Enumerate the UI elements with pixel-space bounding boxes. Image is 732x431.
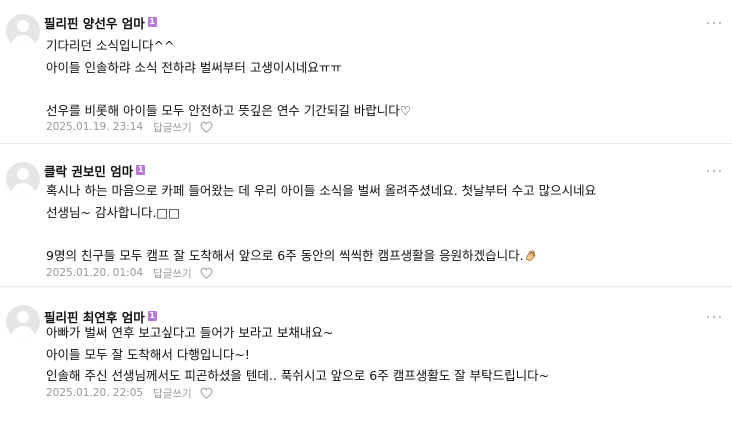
author-row: 클락 권보민 엄마 1 bbox=[44, 161, 146, 180]
comment-line: 아빠가 벌써 연후 보고싶다고 들어가 보라고 보채내요~ bbox=[46, 325, 334, 340]
reply-button[interactable]: 답글쓰기 bbox=[153, 120, 192, 135]
author-name[interactable]: 클락 권보민 엄마 bbox=[44, 161, 133, 180]
avatar[interactable] bbox=[6, 162, 40, 196]
comment-line: 기다리던 소식입니다^^ bbox=[46, 38, 175, 53]
comment-item: 필리핀 최연후 엄마 1 아빠가 벌써 연후 보고싶다고 들어가 보라고 보채내… bbox=[0, 286, 732, 429]
member-level-badge: 1 bbox=[147, 311, 157, 321]
timestamp: 2025.01.19. 23:14 bbox=[46, 121, 144, 133]
heart-outline-icon[interactable] bbox=[200, 121, 213, 133]
comment-line bbox=[46, 78, 411, 100]
member-level-badge: 1 bbox=[136, 165, 146, 175]
avatar[interactable] bbox=[6, 305, 40, 339]
comment-body: 아빠가 벌써 연후 보고싶다고 들어가 보라고 보채내요~ 아이들 모두 잘 도착… bbox=[46, 322, 549, 387]
comment-meta: 2025.01.20. 01:04 답글쓰기 bbox=[46, 266, 213, 280]
more-options-icon[interactable] bbox=[707, 314, 721, 320]
avatar[interactable] bbox=[6, 14, 40, 48]
author-name[interactable]: 필리핀 양선우 엄마 bbox=[44, 13, 145, 32]
comment-item: 필리핀 양선우 엄마 1 기다리던 소식입니다^^ 아이들 인솔하랴 소식 전하랴… bbox=[0, 0, 732, 143]
comment-line: 아이들 모두 잘 도착해서 다행입니다~! bbox=[46, 346, 250, 362]
comment-line: 아이들 인솔하랴 소식 전하랴 벌써부터 고생이시네요ㅠㅠ bbox=[46, 59, 342, 75]
reply-button[interactable]: 답글쓰기 bbox=[153, 266, 192, 281]
reply-button[interactable]: 답글쓰기 bbox=[153, 386, 192, 401]
comment-body: 혹시나 하는 마음으로 카페 들어왔는 데 우리 아이들 소식을 벌써 올려주셨… bbox=[46, 180, 596, 266]
timestamp: 2025.01.20. 01:04 bbox=[46, 267, 144, 279]
heart-outline-icon[interactable] bbox=[200, 387, 213, 399]
comment-meta: 2025.01.20. 22:05 답글쓰기 bbox=[46, 386, 213, 400]
comment-line-text: 9명의 친구들 모두 캠프 잘 도착해서 앞으로 6주 동안의 씩씩한 캠프생활… bbox=[46, 247, 524, 263]
comment-line: 선우를 비롯해 아이들 모두 안전하고 뜻깊은 연수 기간되길 바랍니다♡ bbox=[46, 102, 411, 118]
member-level-badge: 1 bbox=[147, 17, 157, 27]
timestamp: 2025.01.20. 22:05 bbox=[46, 387, 144, 399]
more-options-icon[interactable] bbox=[707, 168, 721, 174]
comment-meta: 2025.01.19. 23:14 답글쓰기 bbox=[46, 120, 213, 134]
comment-line: 혹시나 하는 마음으로 카페 들어왔는 데 우리 아이들 소식을 벌써 올려주셨… bbox=[46, 183, 597, 198]
comment-body: 기다리던 소식입니다^^ 아이들 인솔하랴 소식 전하랴 벌써부터 고생이시네요ㅠ… bbox=[46, 35, 411, 121]
more-options-icon[interactable] bbox=[707, 20, 721, 26]
heart-outline-icon[interactable] bbox=[200, 267, 213, 279]
comment-item: 클락 권보민 엄마 1 혹시나 하는 마음으로 카페 들어왔는 데 우리 아이들… bbox=[0, 143, 732, 286]
comment-line: 인솔해 주신 선생님께서도 피곤하셨을 텐데.. 푹쉬시고 앞으로 6주 캠프생… bbox=[46, 368, 550, 383]
clapping-hands-icon bbox=[525, 249, 535, 261]
comment-line bbox=[46, 223, 596, 245]
comment-line: 9명의 친구들 모두 캠프 잘 도착해서 앞으로 6주 동안의 씩씩한 캠프생활… bbox=[46, 245, 596, 267]
comment-line: 선생님~ 감사합니다.□□ bbox=[46, 204, 181, 220]
author-row: 필리핀 양선우 엄마 1 bbox=[44, 13, 157, 31]
